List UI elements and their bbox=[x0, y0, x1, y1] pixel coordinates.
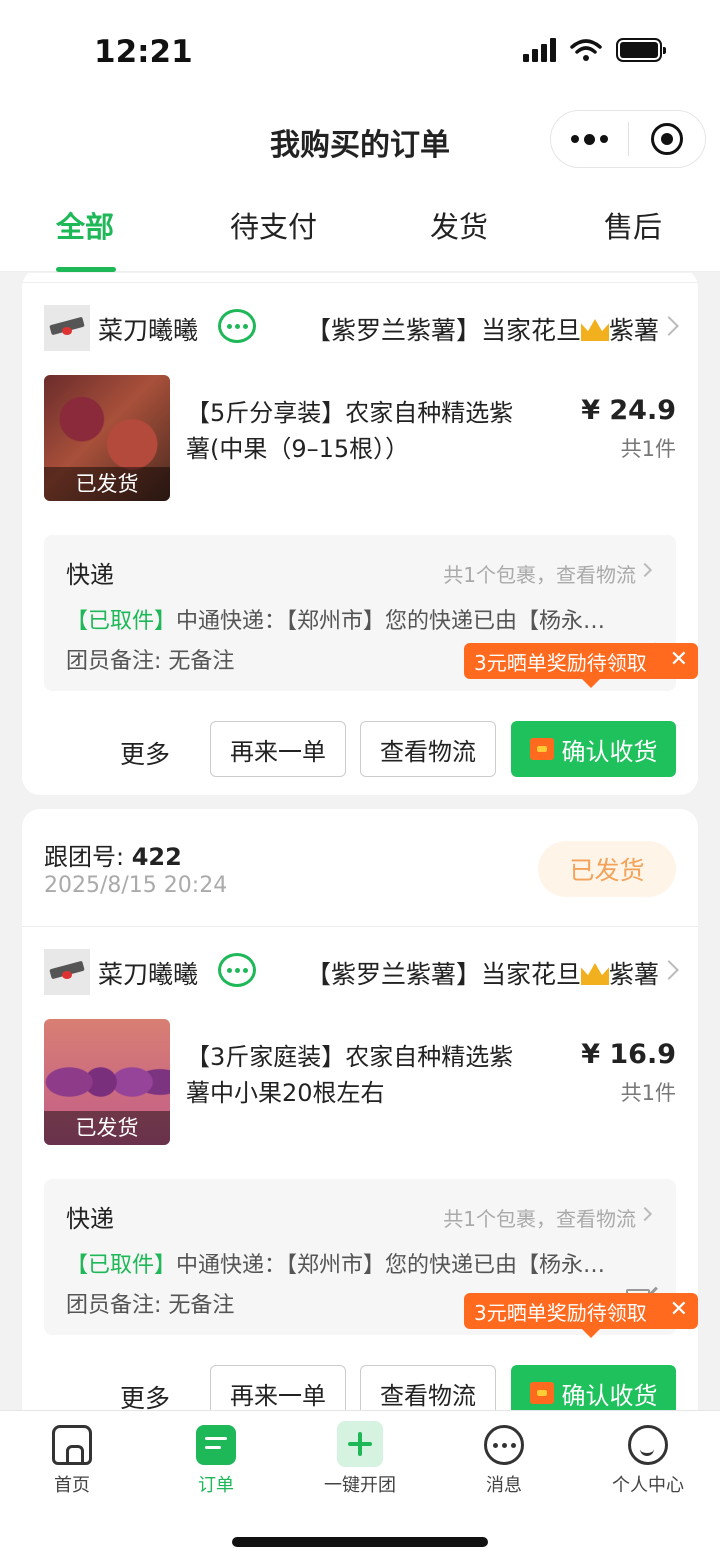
more-options-button[interactable] bbox=[551, 111, 628, 167]
shop-avatar bbox=[44, 305, 90, 351]
product-item[interactable]: 已发货 【5斤分享装】农家自种精选紫薯(中果（9–15根）） ¥ 24.9 共1… bbox=[22, 365, 698, 513]
crown-icon bbox=[581, 319, 610, 341]
order-icon bbox=[196, 1425, 236, 1465]
order-tabs: 全部 待支付 发货 售后 bbox=[0, 180, 720, 272]
product-thumbnail: 已发货 bbox=[44, 375, 170, 501]
message-icon bbox=[484, 1425, 524, 1465]
plus-icon bbox=[337, 1421, 383, 1467]
thumbnail-status: 已发货 bbox=[44, 1111, 170, 1145]
chat-icon[interactable] bbox=[218, 309, 256, 343]
chevron-right-icon bbox=[659, 316, 679, 336]
wifi-icon bbox=[570, 39, 602, 61]
active-tab-indicator bbox=[56, 267, 116, 272]
view-logistics-button[interactable]: 查看物流 bbox=[360, 1365, 496, 1410]
product-quantity: 共1件 bbox=[620, 437, 676, 461]
more-button[interactable]: 更多 bbox=[120, 1379, 170, 1410]
red-envelope-icon bbox=[529, 738, 554, 760]
shipping-label: 快递 bbox=[66, 561, 114, 589]
close-icon[interactable]: ✕ bbox=[670, 1297, 688, 1322]
shipping-tag: 【已取件】 bbox=[66, 609, 177, 634]
nav-orders[interactable]: 订单 bbox=[156, 1425, 276, 1497]
target-icon bbox=[650, 123, 683, 155]
product-quantity: 共1件 bbox=[620, 1081, 676, 1105]
view-logistics-button[interactable]: 查看物流 bbox=[360, 721, 496, 777]
status-time: 12:21 bbox=[94, 34, 193, 70]
shipping-status: 【已取件】中通快递：【郑州市】您的快递已由【杨永… bbox=[66, 603, 666, 635]
order-time: 2025/8/15 20:24 bbox=[44, 873, 228, 898]
home-indicator bbox=[232, 1537, 488, 1547]
product-title: 【3斤家庭装】农家自种精选紫薯中小果20根左右 bbox=[186, 1043, 514, 1107]
confirm-receipt-button[interactable]: 确认收货 bbox=[511, 721, 676, 777]
product-item[interactable]: 已发货 【3斤家庭装】农家自种精选紫薯中小果20根左右 ¥ 16.9 共1件 bbox=[22, 1009, 698, 1157]
status-badge: 已发货 bbox=[538, 841, 676, 897]
product-price: ¥ 24.9 bbox=[581, 395, 676, 426]
order-header: 跟团号: 422 2025/8/15 20:24 已发货 bbox=[22, 809, 698, 927]
tab-all[interactable]: 全部 bbox=[56, 204, 114, 246]
view-logistics-link[interactable]: 共1个包裹，查看物流 bbox=[443, 559, 636, 588]
reorder-button[interactable]: 再来一单 bbox=[210, 721, 346, 777]
member-remark: 团员备注: 无备注 bbox=[66, 1293, 235, 1318]
close-mini-program-button[interactable] bbox=[629, 111, 706, 167]
nav-home[interactable]: 首页 bbox=[12, 1425, 132, 1497]
shop-row[interactable]: 菜刀曦曦 【紫罗兰紫薯】当家花旦 紫薯 bbox=[22, 927, 698, 1009]
shipping-text: 中通快递：【郑州市】您的快递已由【杨永… bbox=[176, 609, 606, 634]
member-remark: 团员备注: 无备注 bbox=[66, 649, 235, 674]
review-reward-tip[interactable]: 3元晒单奖励待领取 ✕ bbox=[464, 643, 698, 688]
order-card: 跟团号: 422 2025/8/15 20:24 已发货 菜刀曦曦 【紫罗兰紫薯… bbox=[22, 809, 698, 1410]
promo-text: 3元晒单奖励待领取 bbox=[474, 650, 647, 675]
profile-icon bbox=[628, 1425, 668, 1465]
status-bar: 12:21 bbox=[0, 0, 720, 100]
order-card: 菜刀曦曦 【紫罗兰紫薯】当家花旦 紫薯 已发货 【5斤分享装】农家自种精选紫薯(中… bbox=[22, 273, 698, 795]
chat-icon[interactable] bbox=[218, 953, 256, 987]
chevron-right-icon bbox=[637, 1206, 653, 1222]
mini-program-capsule bbox=[550, 110, 706, 168]
shop-avatar bbox=[44, 949, 90, 995]
home-icon bbox=[52, 1425, 92, 1465]
nav-messages[interactable]: 消息 bbox=[444, 1425, 564, 1497]
status-icons bbox=[523, 38, 666, 62]
promo-text: 3元晒单奖励待领取 bbox=[474, 1300, 647, 1325]
signal-icon bbox=[523, 38, 556, 62]
chevron-right-icon bbox=[637, 562, 653, 578]
shop-name: 菜刀曦曦 bbox=[98, 316, 199, 345]
chevron-right-icon bbox=[659, 960, 679, 980]
shop-name: 菜刀曦曦 bbox=[98, 960, 199, 989]
title-bar: 我购买的订单 bbox=[0, 100, 720, 180]
shipping-text: 中通快递：【郑州市】您的快递已由【杨永… bbox=[176, 1253, 606, 1278]
nav-profile[interactable]: 个人中心 bbox=[588, 1425, 708, 1497]
more-button[interactable]: 更多 bbox=[120, 735, 170, 771]
tab-after-sales[interactable]: 售后 bbox=[604, 204, 662, 246]
tab-shipped[interactable]: 发货 bbox=[430, 204, 488, 246]
nav-start-group[interactable]: 一键开团 bbox=[300, 1421, 420, 1497]
crown-icon bbox=[581, 963, 610, 985]
tab-pending-payment[interactable]: 待支付 bbox=[230, 204, 317, 246]
shipping-label: 快递 bbox=[66, 1205, 114, 1233]
order-list[interactable]: 菜刀曦曦 【紫罗兰紫薯】当家花旦 紫薯 已发货 【5斤分享装】农家自种精选紫薯(中… bbox=[0, 273, 720, 1410]
order-actions: 更多 再来一单 查看物流 确认收货 bbox=[22, 691, 698, 795]
shipping-status: 【已取件】中通快递：【郑州市】您的快递已由【杨永… bbox=[66, 1247, 666, 1279]
shipping-tag: 【已取件】 bbox=[66, 1253, 177, 1278]
product-price: ¥ 16.9 bbox=[581, 1039, 676, 1070]
product-thumbnail: 已发货 bbox=[44, 1019, 170, 1145]
group-title: 【紫罗兰紫薯】当家花旦 紫薯 bbox=[306, 316, 658, 345]
red-envelope-icon bbox=[529, 1382, 554, 1404]
group-title: 【紫罗兰紫薯】当家花旦 紫薯 bbox=[306, 960, 658, 989]
bottom-nav: 首页 订单 一键开团 消息 个人中心 bbox=[0, 1410, 720, 1560]
review-reward-tip[interactable]: 3元晒单奖励待领取 ✕ bbox=[464, 1293, 698, 1338]
close-icon[interactable]: ✕ bbox=[670, 647, 688, 672]
product-title: 【5斤分享装】农家自种精选紫薯(中果（9–15根）） bbox=[186, 399, 514, 463]
view-logistics-link[interactable]: 共1个包裹，查看物流 bbox=[443, 1203, 636, 1232]
group-number: 跟团号: 422 bbox=[44, 843, 182, 871]
shop-row[interactable]: 菜刀曦曦 【紫罗兰紫薯】当家花旦 紫薯 bbox=[22, 283, 698, 365]
reorder-button[interactable]: 再来一单 bbox=[210, 1365, 346, 1410]
order-actions: 更多 再来一单 查看物流 确认收货 bbox=[22, 1335, 698, 1410]
thumbnail-status: 已发货 bbox=[44, 467, 170, 501]
confirm-receipt-button[interactable]: 确认收货 bbox=[511, 1365, 676, 1410]
more-dots-icon bbox=[570, 133, 608, 145]
battery-icon bbox=[616, 38, 666, 62]
